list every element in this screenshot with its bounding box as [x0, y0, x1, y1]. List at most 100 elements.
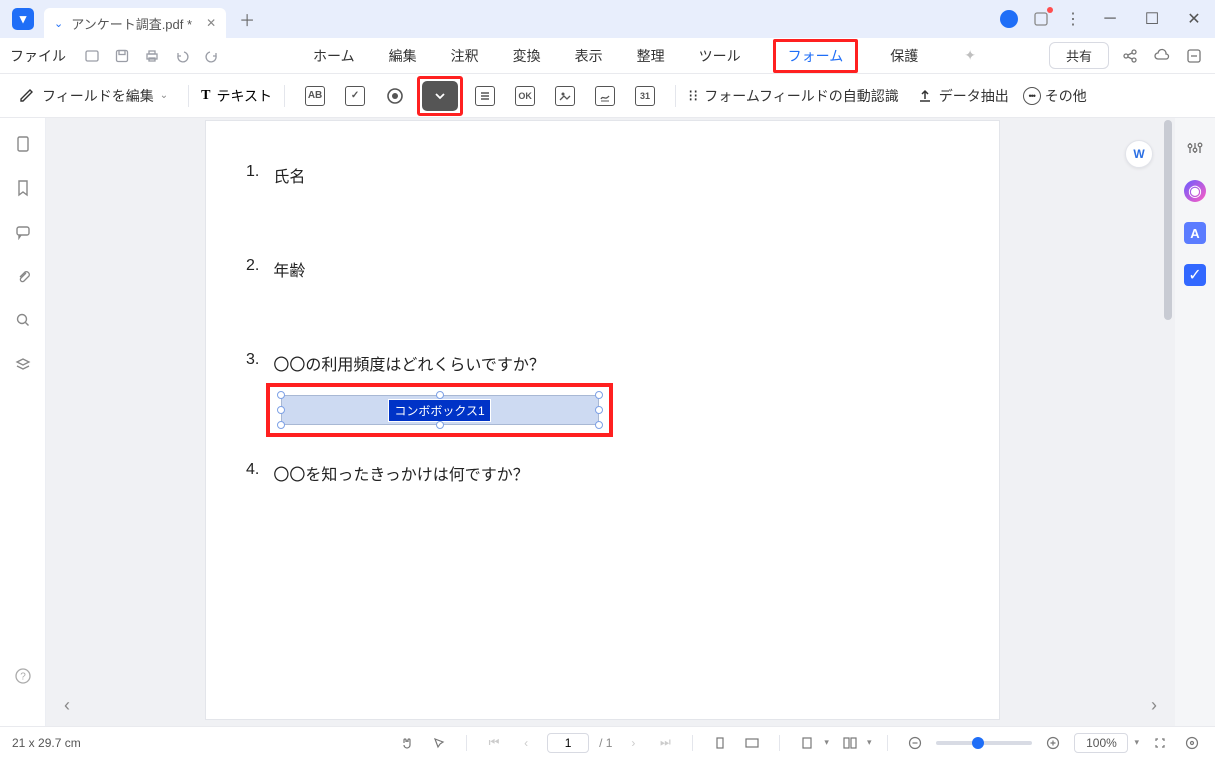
checkbox-tool[interactable]: ✓: [337, 81, 373, 111]
chevron-down-icon[interactable]: ▾: [824, 737, 829, 748]
thumbnails-icon[interactable]: [13, 134, 33, 154]
minimize-button[interactable]: ─: [1095, 4, 1125, 34]
dropdown-tool[interactable]: [422, 81, 458, 111]
form-toolbar: フィールドを編集 ⌄ T テキスト AB ✓ OK 31 ⁝⁝ フォームフィール…: [0, 74, 1215, 118]
button-ok-tool[interactable]: OK: [507, 81, 543, 111]
search-icon[interactable]: [13, 310, 33, 330]
combobox-field[interactable]: コンボボックス1: [281, 395, 599, 425]
menu-convert[interactable]: 変換: [511, 42, 543, 70]
ai-assistant-icon[interactable]: ◉: [1184, 180, 1206, 202]
cloud-icon[interactable]: [1151, 45, 1173, 67]
first-page-icon[interactable]: ⏮: [483, 732, 505, 754]
properties-icon[interactable]: [1183, 136, 1207, 160]
document-canvas[interactable]: 1. 氏名 2. 年齢 3. 〇〇の利用頻度はどれくらいですか？ コンボボックス…: [46, 118, 1175, 726]
kebab-menu-icon[interactable]: ⋮: [1063, 9, 1083, 29]
settings-circle-icon[interactable]: [1181, 732, 1203, 754]
dropdown-tool-highlight: [417, 76, 463, 116]
file-menu[interactable]: ファイル: [10, 46, 66, 66]
tasks-icon[interactable]: ✓: [1184, 264, 1206, 286]
app-ball-icon[interactable]: [999, 9, 1019, 29]
last-page-icon[interactable]: ⏭: [654, 732, 676, 754]
resize-handle[interactable]: [595, 391, 603, 399]
reading-mode-icon[interactable]: [741, 732, 763, 754]
lightbulb-icon[interactable]: ✦: [964, 47, 976, 64]
text-field-tool[interactable]: T テキスト: [201, 86, 272, 106]
undo-icon[interactable]: [168, 43, 196, 69]
combobox-label: コンボボックス1: [388, 399, 490, 422]
menu-home[interactable]: ホーム: [311, 42, 357, 70]
share-button[interactable]: 共有: [1049, 42, 1109, 69]
edit-fields-button[interactable]: フィールドを編集 ⌄: [10, 82, 176, 110]
link-share-icon[interactable]: [1119, 45, 1141, 67]
layers-icon[interactable]: [13, 354, 33, 374]
open-icon[interactable]: [78, 43, 106, 69]
resize-handle[interactable]: [436, 391, 444, 399]
bookmarks-icon[interactable]: [13, 178, 33, 198]
convert-to-word-icon[interactable]: W: [1125, 140, 1153, 168]
select-tool-icon[interactable]: [428, 732, 450, 754]
menu-form[interactable]: フォーム: [786, 44, 846, 68]
radio-tool[interactable]: [377, 81, 413, 111]
menu-organize[interactable]: 整理: [635, 42, 667, 70]
menu-protect[interactable]: 保護: [888, 42, 920, 70]
resize-handle[interactable]: [277, 421, 285, 429]
zoom-out-icon[interactable]: [904, 732, 926, 754]
help-icon[interactable]: ?: [13, 666, 33, 686]
menu-annotate[interactable]: 注釈: [449, 42, 481, 70]
save-icon[interactable]: [108, 43, 136, 69]
listbox-tool[interactable]: [467, 81, 503, 111]
app-logo: ▾: [12, 8, 34, 30]
date-tool[interactable]: 31: [627, 81, 663, 111]
data-extract-button[interactable]: データ抽出: [917, 86, 1009, 106]
page-dimensions: 21 x 29.7 cm: [12, 736, 81, 750]
zoom-in-icon[interactable]: [1042, 732, 1064, 754]
toolbar-more-button[interactable]: ••• その他: [1023, 86, 1087, 106]
menu-view[interactable]: 表示: [573, 42, 605, 70]
attachments-icon[interactable]: [13, 266, 33, 286]
next-page-icon[interactable]: ›: [622, 732, 644, 754]
zoom-value[interactable]: 100%: [1074, 733, 1128, 753]
close-tab-icon[interactable]: ✕: [206, 16, 216, 30]
hand-tool-icon[interactable]: [396, 732, 418, 754]
vertical-scrollbar[interactable]: [1161, 118, 1175, 726]
maximize-button[interactable]: ☐: [1137, 4, 1167, 34]
zoom-slider-thumb[interactable]: [972, 737, 984, 749]
menu-form-highlight: フォーム: [773, 39, 859, 73]
image-tool[interactable]: [547, 81, 583, 111]
menu-tools[interactable]: ツール: [697, 42, 743, 70]
textfield-ab-tool[interactable]: AB: [297, 81, 333, 111]
menu-edit[interactable]: 編集: [387, 42, 419, 70]
signature-tool[interactable]: [587, 81, 623, 111]
nav-prev-icon[interactable]: ‹: [52, 690, 82, 720]
resize-handle[interactable]: [277, 391, 285, 399]
resize-handle[interactable]: [436, 421, 444, 429]
scrollbar-thumb[interactable]: [1164, 120, 1172, 320]
close-window-button[interactable]: ✕: [1179, 4, 1209, 34]
resize-handle[interactable]: [595, 406, 603, 414]
status-bar: 21 x 29.7 cm ⏮ ‹ / 1 › ⏭ ▾ ▾ 100% ▾: [0, 726, 1215, 758]
print-icon[interactable]: [138, 43, 166, 69]
nav-next-icon[interactable]: ›: [1139, 690, 1169, 720]
workspace: ? 1. 氏名 2. 年齢 3. 〇〇の利用頻度はどれくらいですか？: [0, 118, 1215, 726]
chevron-down-icon[interactable]: ▾: [1134, 737, 1139, 748]
auto-detect-button[interactable]: ⁝⁝ フォームフィールドの自動認識: [688, 86, 899, 106]
prev-page-icon[interactable]: ‹: [515, 732, 537, 754]
add-tab-button[interactable]: ＋: [234, 6, 260, 32]
page-number-input[interactable]: [547, 733, 589, 753]
fit-width-icon[interactable]: [796, 732, 818, 754]
compress-icon[interactable]: [1183, 45, 1205, 67]
redo-icon[interactable]: [198, 43, 226, 69]
resize-handle[interactable]: [277, 406, 285, 414]
ellipsis-icon: •••: [1023, 87, 1041, 105]
resize-handle[interactable]: [595, 421, 603, 429]
comments-icon[interactable]: [13, 222, 33, 242]
single-page-view-icon[interactable]: [709, 732, 731, 754]
fullscreen-icon[interactable]: [1149, 732, 1171, 754]
chevron-down-icon[interactable]: ▾: [867, 737, 872, 748]
zoom-slider[interactable]: [936, 741, 1032, 745]
page-layout-icon[interactable]: [839, 732, 861, 754]
title-bar: ▾ ⌄ アンケート調査.pdf * ✕ ＋ ⋮ ─ ☐ ✕: [0, 0, 1215, 38]
translate-icon[interactable]: A: [1184, 222, 1206, 244]
document-tab[interactable]: ⌄ アンケート調査.pdf * ✕: [44, 8, 226, 38]
notifications-icon[interactable]: [1031, 9, 1051, 29]
